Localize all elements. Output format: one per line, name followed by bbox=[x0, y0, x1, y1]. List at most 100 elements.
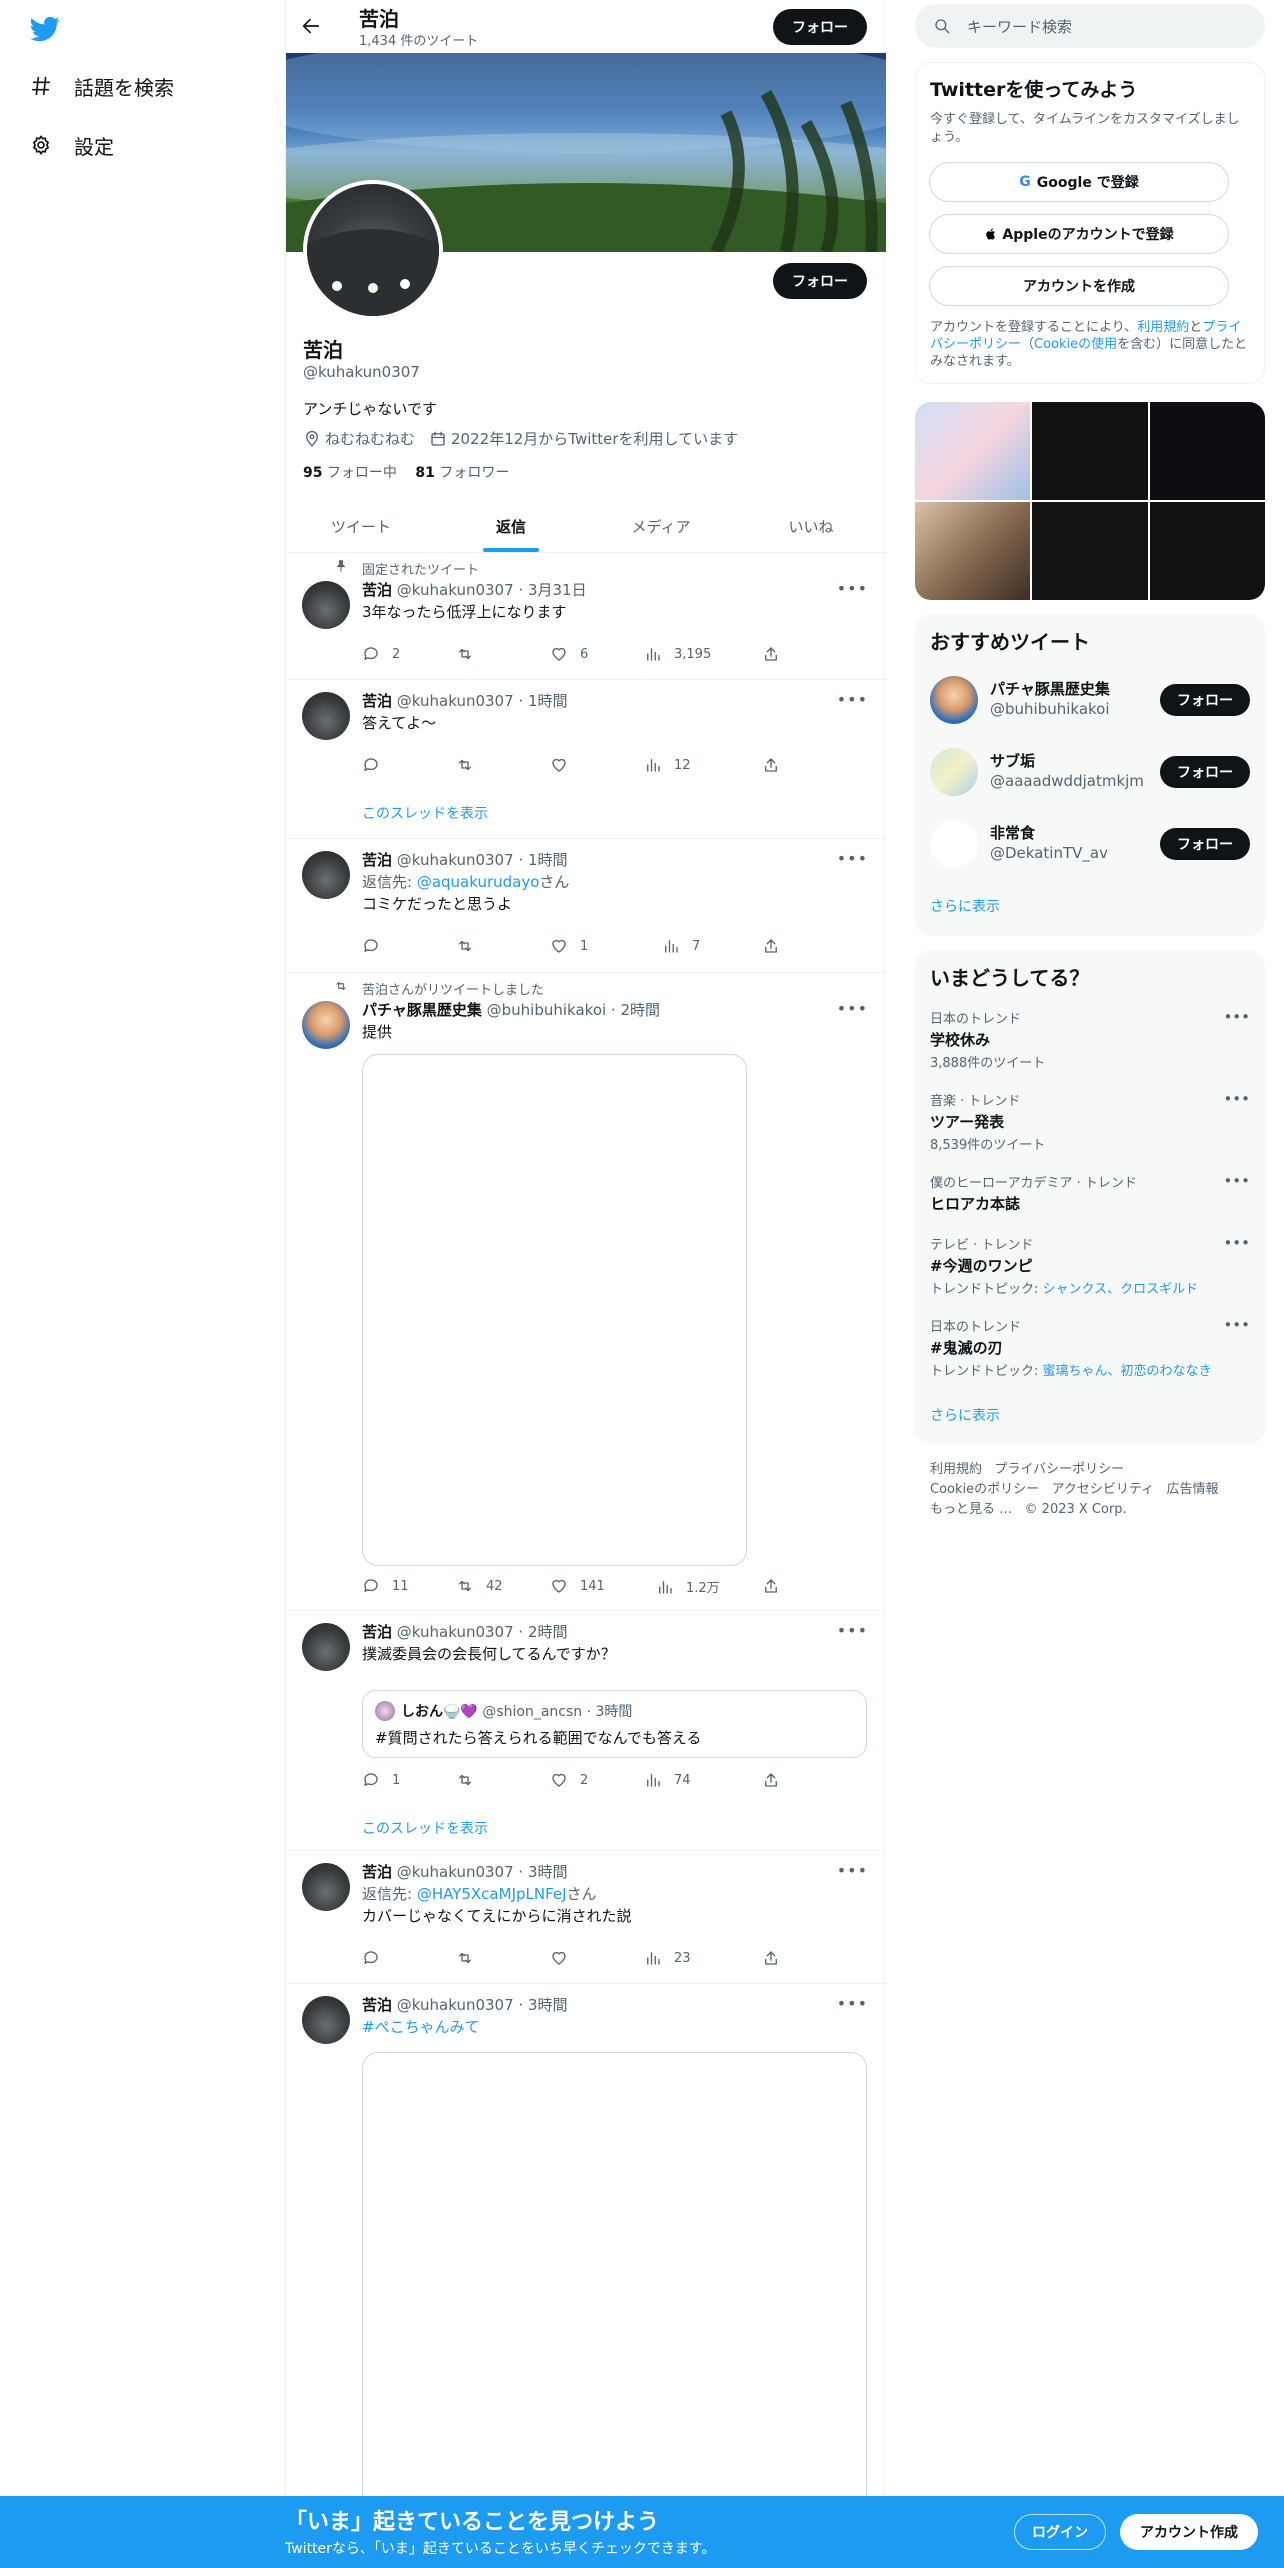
views-button[interactable]: 23 bbox=[644, 1949, 691, 1967]
twitter-logo-icon[interactable] bbox=[28, 14, 62, 44]
apple-signup-button[interactable]: Appleのアカウントで登録 bbox=[929, 214, 1229, 254]
views-button[interactable]: 3,195 bbox=[644, 645, 711, 663]
trend-item[interactable]: 日本のトレンド 学校休み 3,888件のツイート ••• bbox=[930, 1008, 1250, 1071]
terms-link[interactable]: 利用規約 bbox=[1137, 320, 1189, 335]
google-signup-button[interactable]: G Google で登録 bbox=[929, 162, 1229, 202]
signup-button[interactable]: アカウント作成 bbox=[1120, 2514, 1258, 2550]
nav-settings[interactable]: 設定 bbox=[30, 125, 114, 165]
tweet-avatar[interactable] bbox=[302, 1863, 350, 1911]
tweet-avatar[interactable] bbox=[302, 1623, 350, 1671]
more-icon[interactable]: ••• bbox=[1223, 1234, 1250, 1252]
trends-show-more[interactable]: さらに表示 bbox=[930, 1405, 1000, 1425]
trend-item[interactable]: テレビ · トレンド #今週のワンピ トレンドトピック: シャンクス、クロスギル… bbox=[930, 1234, 1250, 1297]
tweet-avatar[interactable] bbox=[302, 1001, 350, 1049]
reply-button[interactable]: 2 bbox=[362, 645, 400, 663]
more-icon[interactable]: ••• bbox=[837, 1621, 868, 1640]
nav-explore[interactable]: 話題を検索 bbox=[30, 66, 174, 106]
profile-follow-button[interactable]: フォロー bbox=[773, 263, 867, 299]
share-button[interactable] bbox=[762, 1771, 780, 1789]
create-account-button[interactable]: アカウントを作成 bbox=[929, 266, 1229, 306]
more-icon[interactable]: ••• bbox=[1223, 1008, 1250, 1026]
media-thumb[interactable] bbox=[1032, 502, 1148, 600]
footer-link[interactable]: 広告情報 bbox=[1167, 1482, 1219, 1497]
tab-replies[interactable]: 返信 bbox=[436, 500, 586, 552]
tweet-author-name[interactable]: 苦泊 bbox=[362, 1863, 392, 1881]
suggested-follow-button[interactable]: フォロー bbox=[1160, 828, 1250, 860]
like-button[interactable]: 1 bbox=[550, 937, 588, 955]
reply-button[interactable]: 11 bbox=[362, 1577, 409, 1595]
suggested-user[interactable]: サブ垢 @aaaadwddjatmkjm フォロー bbox=[930, 748, 1250, 798]
retweet-button[interactable] bbox=[456, 756, 486, 774]
views-button[interactable]: 74 bbox=[644, 1771, 691, 1789]
views-button[interactable]: 1.2万 bbox=[656, 1577, 720, 1596]
reply-button[interactable]: 1 bbox=[362, 1771, 400, 1789]
share-button[interactable] bbox=[762, 1949, 780, 1967]
like-button[interactable] bbox=[550, 756, 580, 774]
more-icon[interactable]: ••• bbox=[837, 579, 868, 598]
footer-link[interactable]: プライバシーポリシー bbox=[994, 1462, 1124, 1477]
cookie-link[interactable]: Cookieの使用 bbox=[1034, 337, 1117, 352]
tweet-avatar[interactable] bbox=[302, 851, 350, 899]
search-input[interactable]: キーワード検索 bbox=[967, 16, 1072, 37]
more-icon[interactable]: ••• bbox=[1223, 1090, 1250, 1108]
tweet-avatar[interactable] bbox=[302, 692, 350, 740]
tweet-item[interactable]: 苦泊 @kuhakun0307 · 3時間 ••• #ぺこちゃんみて bbox=[286, 1984, 886, 2568]
back-arrow-icon[interactable] bbox=[300, 15, 322, 37]
reply-to-link[interactable]: @aquakurudayo bbox=[417, 873, 540, 891]
footer-link[interactable]: アクセシビリティ bbox=[1052, 1482, 1155, 1497]
tweet-avatar[interactable] bbox=[302, 581, 350, 629]
views-button[interactable]: 12 bbox=[644, 756, 691, 774]
media-thumb[interactable] bbox=[1032, 402, 1148, 500]
retweet-button[interactable] bbox=[456, 937, 486, 955]
share-button[interactable] bbox=[762, 756, 780, 774]
show-thread-link[interactable]: このスレッドを表示 bbox=[362, 803, 488, 823]
like-button[interactable]: 6 bbox=[550, 645, 588, 663]
footer-link[interactable]: 利用規約 bbox=[930, 1462, 982, 1477]
share-button[interactable] bbox=[762, 937, 780, 955]
tweet-author-name[interactable]: 苦泊 bbox=[362, 581, 392, 599]
retweet-button[interactable] bbox=[456, 645, 486, 663]
share-button[interactable] bbox=[762, 645, 780, 663]
suggested-follow-button[interactable]: フォロー bbox=[1160, 756, 1250, 788]
more-icon[interactable]: ••• bbox=[837, 1861, 868, 1880]
show-thread-link[interactable]: このスレッドを表示 bbox=[362, 1818, 488, 1838]
reply-to-link[interactable]: @HAY5XcaMJpLNFeJ bbox=[417, 1885, 567, 1903]
like-button[interactable] bbox=[550, 1949, 580, 1967]
like-button[interactable]: 2 bbox=[550, 1771, 588, 1789]
more-icon[interactable]: ••• bbox=[837, 1994, 868, 2013]
trend-topics-links[interactable]: 蜜璃ちゃん、初恋のわななき bbox=[1043, 1364, 1212, 1379]
tweet-author-name[interactable]: 苦泊 bbox=[362, 851, 392, 869]
media-thumb[interactable] bbox=[1149, 502, 1265, 600]
tweet-item[interactable]: 苦泊 @kuhakun0307 · 1時間 ••• 答えてよ〜 12 このスレッ… bbox=[286, 680, 886, 839]
tweet-author-name[interactable]: 苦泊 bbox=[362, 1996, 392, 2014]
tweet-media[interactable] bbox=[362, 1054, 747, 1566]
more-icon[interactable]: ••• bbox=[1223, 1172, 1250, 1190]
more-icon[interactable]: ••• bbox=[1223, 1316, 1250, 1334]
tweet-item[interactable]: 苦泊 @kuhakun0307 · 2時間 ••• 撲滅委員会の会長何してるんで… bbox=[286, 1611, 886, 1851]
suggested-show-more[interactable]: さらに表示 bbox=[930, 896, 1000, 916]
tweet-media[interactable] bbox=[362, 2052, 867, 2568]
more-icon[interactable]: ••• bbox=[837, 849, 868, 868]
login-button[interactable]: ログイン bbox=[1014, 2514, 1106, 2550]
trend-item[interactable]: 日本のトレンド #鬼滅の刃 トレンドトピック: 蜜璃ちゃん、初恋のわななき ••… bbox=[930, 1316, 1250, 1379]
quote-tweet[interactable]: しおん🍚💜 @shion_ancsn · 3時間 #質問されたら答えられる範囲で… bbox=[362, 1690, 867, 1758]
tab-tweets[interactable]: ツイート bbox=[286, 500, 436, 552]
following-link[interactable]: 95 フォロー中 bbox=[303, 465, 397, 481]
tab-media[interactable]: メディア bbox=[586, 500, 736, 552]
media-thumb[interactable] bbox=[1149, 402, 1265, 500]
tweet-author-name[interactable]: 苦泊 bbox=[362, 1623, 392, 1641]
tweet-item[interactable]: 苦泊 @kuhakun0307 · 3時間 ••• 返信先: @HAY5XcaM… bbox=[286, 1851, 886, 1984]
share-button[interactable] bbox=[762, 1577, 780, 1595]
media-thumb[interactable] bbox=[915, 502, 1031, 600]
reply-button[interactable] bbox=[362, 756, 392, 774]
footer-link[interactable]: Cookieのポリシー bbox=[930, 1482, 1039, 1497]
tweet-item[interactable]: 固定されたツイート 苦泊 @kuhakun0307 · 3月31日 ••• 3年… bbox=[286, 553, 886, 680]
like-button[interactable]: 141 bbox=[550, 1577, 605, 1595]
profile-avatar[interactable] bbox=[303, 180, 443, 320]
views-button[interactable]: 7 bbox=[662, 937, 700, 955]
followers-link[interactable]: 81 フォロワー bbox=[415, 465, 509, 481]
media-thumb[interactable] bbox=[915, 402, 1031, 500]
trend-item[interactable]: 音楽 · トレンド ツアー発表 8,539件のツイート ••• bbox=[930, 1090, 1250, 1153]
retweet-button[interactable] bbox=[456, 1771, 486, 1789]
retweet-button[interactable]: 42 bbox=[456, 1577, 503, 1595]
